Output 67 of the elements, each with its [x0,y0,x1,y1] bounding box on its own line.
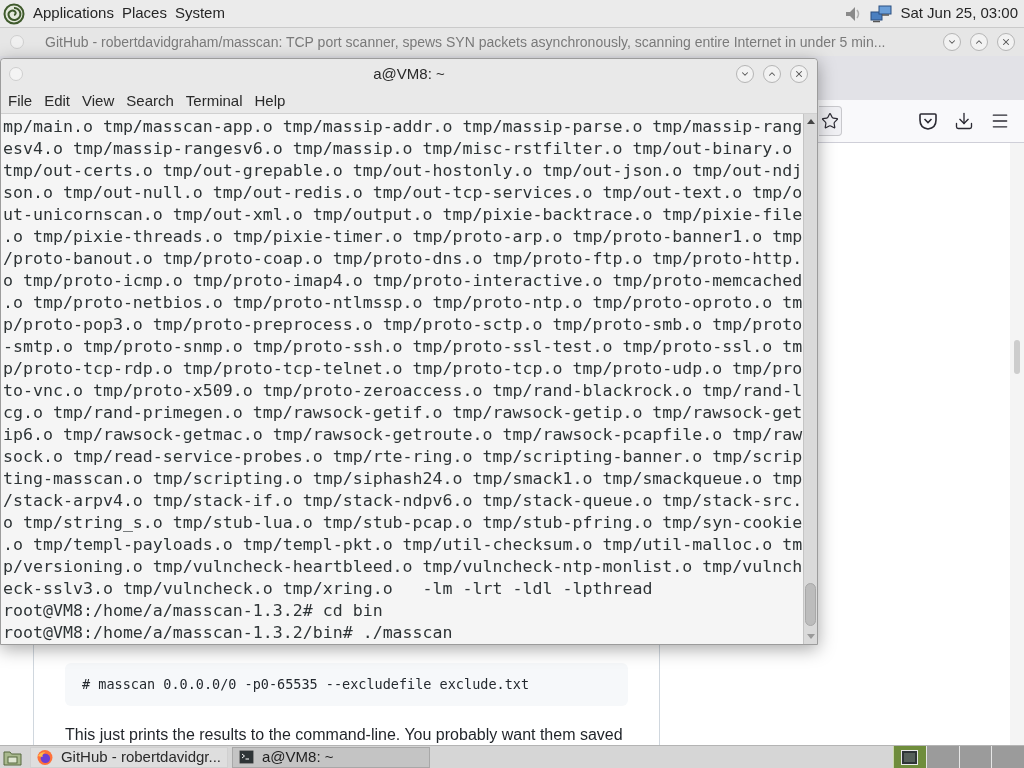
terminal-line: /proto-banout.o tmp/proto-coap.o tmp/proto-dns.o tmp/proto-ftp.o tmp/proto-http. [3,248,803,270]
terminal-line: o tmp/string_s.o tmp/stub-lua.o tmp/stub-pcap.o tmp/stub-pfring.o tmp/syn-cookie [3,512,803,534]
terminal-line: p/versioning.o tmp/vulncheck-heartbleed.o tmp/vulncheck-ntp-monlist.o tmp/vulnch [3,556,803,578]
terminal-line: eck-sslv3.o tmp/vulncheck.o tmp/xring.o -lm -lrt -ldl -lpthread [3,578,653,600]
panel-menu[interactable]: System [170,2,229,25]
terminal-line: ut-unicornscan.o tmp/out-xml.o tmp/output.o tmp/pixie-backtrace.o tmp/pixie-file [3,204,803,226]
download-icon[interactable] [954,111,974,131]
terminal-line: p/proto-tcp-rdp.o tmp/proto-tcp-telnet.o tmp/proto-tcp.o tmp/proto-udp.o tmp/pro [3,358,803,380]
terminal-line: mp/main.o tmp/masscan-app.o tmp/massip-addr.o tmp/massip-parse.o tmp/massip-rang [3,116,803,138]
menu-item[interactable]: View [76,89,121,113]
address-bar[interactable] [819,106,842,136]
close-button[interactable] [997,33,1015,51]
terminal-line: to-vnc.o tmp/proto-x509.o tmp/proto-zeroaccess.o tmp/rand-blackrock.o tmp/rand-l [3,380,803,402]
menu-item[interactable]: Help [248,89,292,113]
chevron-up-icon [767,69,777,79]
terminal-line: root@VM8:/home/a/masscan-1.3.2# cd bin [3,600,383,622]
terminal-line: .o tmp/pixie-threads.o tmp/pixie-timer.o tmp/proto-arp.o tmp/proto-banner1.o tmp [3,226,803,248]
terminal-line: son.o tmp/out-null.o tmp/out-redis.o tmp/out-tcp-services.o tmp/out-text.o tmp/o [3,182,803,204]
panel-menu[interactable]: Places [117,2,171,25]
menu-item[interactable]: Edit [38,89,77,113]
terminal-line: -smtp.o tmp/proto-snmp.o tmp/proto-ssh.o tmp/proto-ssl-test.o tmp/proto-ssl.o tm [3,336,803,358]
network-icon[interactable] [870,4,893,23]
minimize-button[interactable] [736,65,754,83]
triangle-down-icon[interactable] [806,634,815,639]
terminal-line: tmp/out-certs.o tmp/out-grepable.o tmp/out-hostonly.o tmp/out-json.o tmp/out-ndj [3,160,803,182]
terminal-line: .o tmp/proto-netbios.o tmp/proto-ntlmssp.o tmp/proto-ntp.o tmp/proto-oproto.o tm [3,292,803,314]
taskbar-button[interactable]: GitHub - robertdavidgr... [30,746,228,768]
scrollbar-thumb[interactable] [805,583,816,626]
terminal-line: p/proto-pop3.o tmp/proto-preprocess.o tmp/proto-sctp.o tmp/proto-smb.o tmp/proto [3,314,803,336]
terminal-line: esv4.o tmp/massip-rangesv6.o tmp/massip.o tmp/misc-rstfilter.o tmp/out-binary.o [3,138,793,160]
readme-paragraph: This just prints the results to the command-line. You probably want them saved [65,725,624,745]
terminal-line: /stack-arpv4.o tmp/stack-if.o tmp/stack-ndpv6.o tmp/stack-queue.o tmp/stack-src. [3,490,803,512]
close-icon [794,69,804,79]
clock[interactable]: Sat Jun 25, 03:00 [900,2,1018,25]
maximize-button[interactable] [763,65,781,83]
minimize-button[interactable] [943,33,961,51]
code-block: # masscan 0.0.0.0/0 -p0-65535 --excludefile exclude.txt [65,663,628,706]
browser-logo-icon [37,748,53,766]
window-title: a@VM8: ~ [373,63,445,84]
panel-menu[interactable]: Applications [29,2,118,25]
menu-item[interactable]: Search [120,89,180,113]
shield-chevron-icon[interactable] [918,111,938,131]
taskbar-button[interactable]: a@VM8: ~ [232,746,430,768]
terminal-icon [239,750,254,764]
workspace-button[interactable] [893,746,926,768]
chevron-up-icon [974,37,984,47]
close-icon [1001,37,1011,47]
triangle-up-icon[interactable] [806,119,815,124]
menu-item[interactable]: File [2,89,39,113]
window-thumbnail-icon [901,749,919,765]
menu-item[interactable]: Terminal [179,89,249,113]
terminal-line: sock.o tmp/read-service-probes.o tmp/rte-ring.o tmp/scripting-banner.o tmp/scrip [3,446,803,468]
terminal-line: o tmp/proto-icmp.o tmp/proto-imap4.o tmp/proto-interactive.o tmp/proto-memcached [3,270,803,292]
window-title: GitHub - robertdavidgraham/masscan: TCP port scanner, spews SYN packets asynchronously, scanning entire Internet in under 5 min... [45,32,886,52]
terminal-line: ting-masscan.o tmp/scripting.o tmp/siphash24.o tmp/smack1.o tmp/smackqueue.o tmp [3,468,803,490]
scrollbar-thumb[interactable] [1014,340,1020,374]
terminal-line: root@VM8:/home/a/masscan-1.3.2/bin# ./masscan [3,622,453,644]
terminal-line: cg.o tmp/rand-primegen.o tmp/rawsock-getif.o tmp/rawsock-getip.o tmp/rawsock-get [3,402,803,424]
close-button[interactable] [790,65,808,83]
chevron-down-icon [947,37,957,47]
swirl-logo-icon[interactable] [3,2,25,25]
star-icon[interactable] [821,112,839,130]
chevron-down-icon [740,69,750,79]
show-desktop-icon[interactable] [3,748,22,766]
maximize-button[interactable] [970,33,988,51]
terminal-line: ip6.o tmp/rawsock-getmac.o tmp/rawsock-getroute.o tmp/rawsock-pcapfile.o tmp/raw [3,424,803,446]
terminal-line: .o tmp/templ-payloads.o tmp/templ-pkt.o tmp/util-checksum.o tmp/util-malloc.o tm [3,534,803,556]
